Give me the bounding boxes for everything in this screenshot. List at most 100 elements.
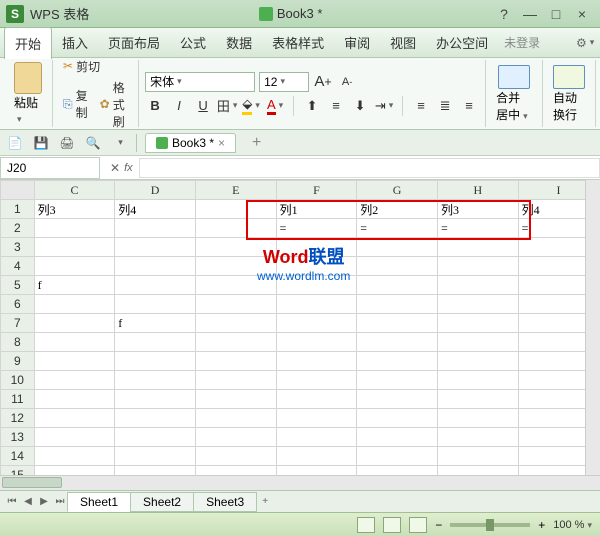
col-header-D[interactable]: D bbox=[115, 181, 196, 200]
close-button[interactable]: × bbox=[570, 5, 594, 23]
font-increase-button[interactable]: A+ bbox=[313, 72, 333, 92]
cell-F4[interactable] bbox=[276, 257, 357, 276]
cell-C2[interactable] bbox=[34, 219, 115, 238]
cell-H13[interactable] bbox=[437, 428, 518, 447]
row-header-3[interactable]: 3 bbox=[1, 238, 35, 257]
view-page-button[interactable] bbox=[383, 517, 401, 533]
cell-D9[interactable] bbox=[115, 352, 196, 371]
cell-E3[interactable] bbox=[195, 238, 276, 257]
row-header-4[interactable]: 4 bbox=[1, 257, 35, 276]
tab-insert[interactable]: 插入 bbox=[52, 27, 98, 58]
tab-start[interactable]: 开始 bbox=[4, 27, 52, 59]
help-button[interactable]: ? bbox=[492, 5, 516, 23]
col-header-G[interactable]: G bbox=[357, 181, 438, 200]
cell-G3[interactable] bbox=[357, 238, 438, 257]
minimize-button[interactable]: — bbox=[518, 5, 542, 23]
align-bottom-button[interactable]: ⬇ bbox=[350, 96, 370, 116]
paste-button[interactable]: 粘贴 bbox=[10, 58, 46, 129]
cell-G12[interactable] bbox=[357, 409, 438, 428]
view-break-button[interactable] bbox=[409, 517, 427, 533]
tab-data[interactable]: 数据 bbox=[216, 27, 262, 58]
cell-F3[interactable] bbox=[276, 238, 357, 257]
cell-C8[interactable] bbox=[34, 333, 115, 352]
cell-G9[interactable] bbox=[357, 352, 438, 371]
cell-H3[interactable] bbox=[437, 238, 518, 257]
row-header-2[interactable]: 2 bbox=[1, 219, 35, 238]
cell-C13[interactable] bbox=[34, 428, 115, 447]
merge-center-button[interactable]: 合并居中 bbox=[492, 61, 536, 127]
cell-H4[interactable] bbox=[437, 257, 518, 276]
tab-workspace[interactable]: 办公空间 bbox=[426, 27, 498, 58]
cell-F8[interactable] bbox=[276, 333, 357, 352]
cell-H1[interactable]: 列3 bbox=[437, 200, 518, 219]
cell-F5[interactable] bbox=[276, 276, 357, 295]
bold-button[interactable]: B bbox=[145, 96, 165, 116]
cell-C3[interactable] bbox=[34, 238, 115, 257]
cell-C1[interactable]: 列3 bbox=[34, 200, 115, 219]
font-name-select[interactable]: 宋体 bbox=[145, 72, 255, 92]
col-header-C[interactable]: C bbox=[34, 181, 115, 200]
border-button[interactable]: 田 bbox=[217, 96, 237, 116]
row-header-13[interactable]: 13 bbox=[1, 428, 35, 447]
cell-E2[interactable] bbox=[195, 219, 276, 238]
cell-F14[interactable] bbox=[276, 447, 357, 466]
close-tab-icon[interactable]: × bbox=[218, 136, 225, 150]
cell-H5[interactable] bbox=[437, 276, 518, 295]
tab-review[interactable]: 审阅 bbox=[334, 27, 380, 58]
cell-H6[interactable] bbox=[437, 295, 518, 314]
zoom-in-button[interactable]: + bbox=[538, 518, 545, 532]
cell-C4[interactable] bbox=[34, 257, 115, 276]
cell-H11[interactable] bbox=[437, 390, 518, 409]
cell-F6[interactable] bbox=[276, 295, 357, 314]
indent-button[interactable]: ⇥ bbox=[374, 96, 394, 116]
cell-G13[interactable] bbox=[357, 428, 438, 447]
font-color-button[interactable]: A bbox=[265, 96, 285, 116]
cell-E4[interactable] bbox=[195, 257, 276, 276]
cell-H2[interactable]: = bbox=[437, 219, 518, 238]
horizontal-scrollbar[interactable] bbox=[0, 475, 600, 490]
cell-G8[interactable] bbox=[357, 333, 438, 352]
row-header-12[interactable]: 12 bbox=[1, 409, 35, 428]
cell-D8[interactable] bbox=[115, 333, 196, 352]
zoom-slider[interactable] bbox=[450, 523, 530, 527]
copy-button[interactable]: ⎘复制 bbox=[59, 85, 92, 123]
cell-E10[interactable] bbox=[195, 371, 276, 390]
align-middle-button[interactable]: ≡ bbox=[326, 96, 346, 116]
cell-E11[interactable] bbox=[195, 390, 276, 409]
view-normal-button[interactable] bbox=[357, 517, 375, 533]
cell-G1[interactable]: 列2 bbox=[357, 200, 438, 219]
print-preview-icon[interactable]: 🔍 bbox=[84, 134, 102, 152]
cell-E5[interactable] bbox=[195, 276, 276, 295]
row-header-7[interactable]: 7 bbox=[1, 314, 35, 333]
cell-D7[interactable]: f bbox=[115, 314, 196, 333]
cell-E8[interactable] bbox=[195, 333, 276, 352]
cell-G14[interactable] bbox=[357, 447, 438, 466]
cell-H10[interactable] bbox=[437, 371, 518, 390]
cell-F10[interactable] bbox=[276, 371, 357, 390]
document-tab[interactable]: Book3 * × bbox=[145, 133, 236, 153]
cancel-formula-icon[interactable]: ✕ bbox=[110, 161, 120, 175]
cell-F11[interactable] bbox=[276, 390, 357, 409]
tab-formula[interactable]: 公式 bbox=[170, 27, 216, 58]
select-all-corner[interactable] bbox=[1, 181, 35, 200]
cell-E7[interactable] bbox=[195, 314, 276, 333]
format-painter-button[interactable]: ✿格式刷 bbox=[96, 77, 132, 132]
row-header-6[interactable]: 6 bbox=[1, 295, 35, 314]
underline-button[interactable]: U bbox=[193, 96, 213, 116]
cell-D1[interactable]: 列4 bbox=[115, 200, 196, 219]
qat-dropdown[interactable] bbox=[110, 134, 128, 152]
print-icon[interactable]: 🖨 bbox=[58, 134, 76, 152]
row-header-10[interactable]: 10 bbox=[1, 371, 35, 390]
cell-E1[interactable] bbox=[195, 200, 276, 219]
cell-G5[interactable] bbox=[357, 276, 438, 295]
cell-H9[interactable] bbox=[437, 352, 518, 371]
cell-E13[interactable] bbox=[195, 428, 276, 447]
sheet-table[interactable]: CDEFGHIJ1列3列4列1列2列3列42====345f67f8910111… bbox=[0, 180, 600, 490]
align-right-button[interactable]: ≡ bbox=[459, 96, 479, 116]
tab-table-style[interactable]: 表格样式 bbox=[262, 27, 334, 58]
cell-D11[interactable] bbox=[115, 390, 196, 409]
cut-button[interactable]: ✂剪切 bbox=[59, 56, 132, 77]
wrap-text-button[interactable]: 自动换行 bbox=[549, 61, 589, 127]
cell-C5[interactable]: f bbox=[34, 276, 115, 295]
fx-icon[interactable]: fx bbox=[124, 162, 133, 174]
